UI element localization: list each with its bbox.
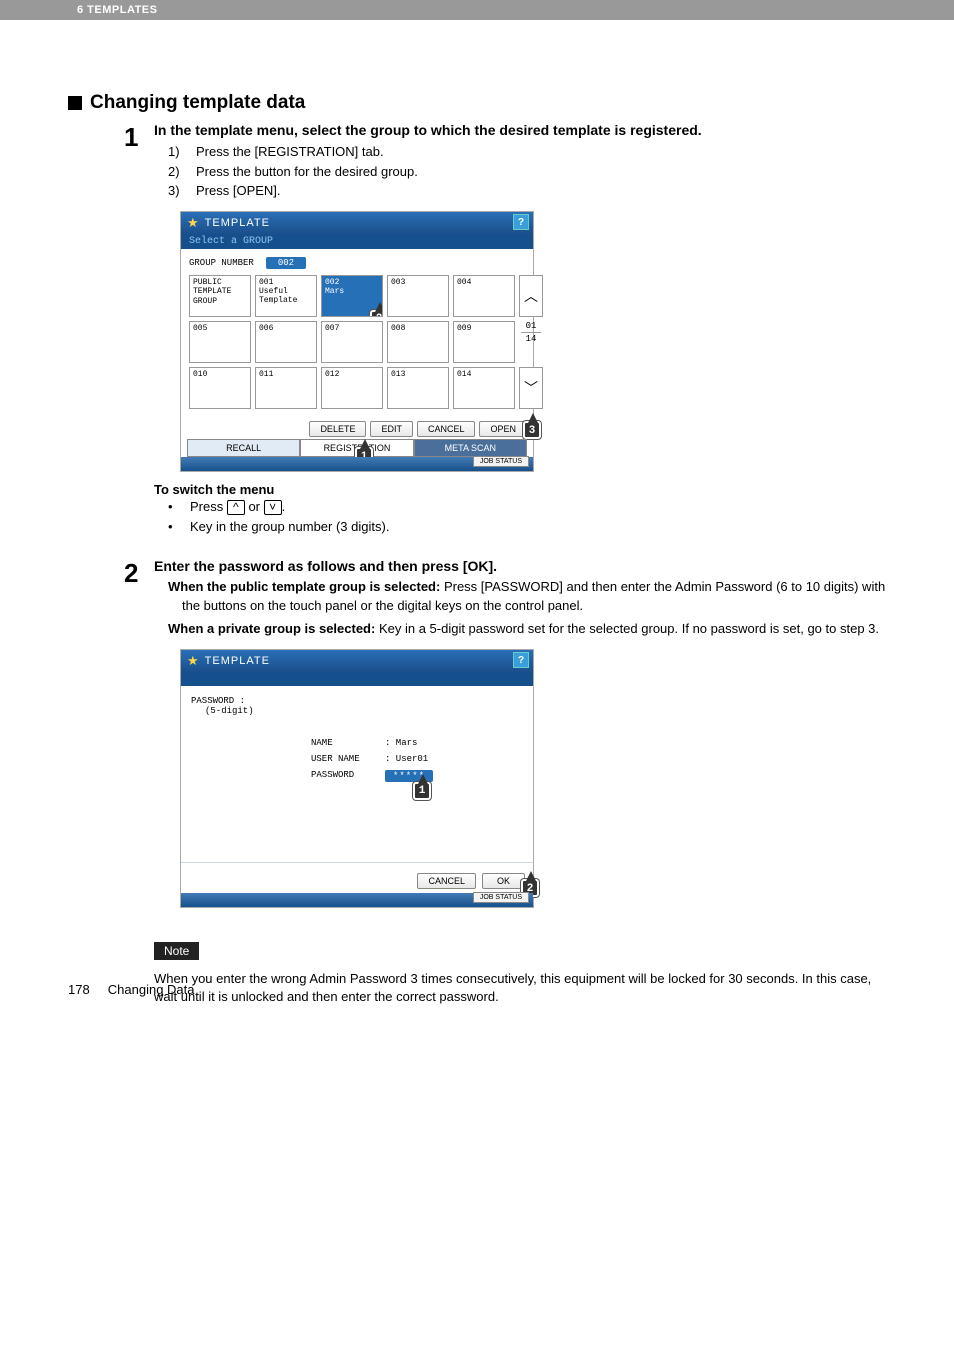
group-012-button[interactable]: 012 xyxy=(321,367,383,409)
job-status-button[interactable]: JOB STATUS xyxy=(473,456,529,467)
window-title: TEMPLATE xyxy=(205,655,270,667)
open-button[interactable]: OPEN xyxy=(479,421,527,437)
substep-num: 2) xyxy=(168,162,186,182)
group-004-button[interactable]: 004 xyxy=(453,275,515,317)
name-label: NAME xyxy=(311,738,381,748)
cell-name: Useful Template xyxy=(259,287,297,305)
step2-private-text: When a private group is selected: Key in… xyxy=(154,620,886,639)
name-value: : Mars xyxy=(385,738,417,748)
group-010-button[interactable]: 010 xyxy=(189,367,251,409)
public-template-group-button[interactable]: PUBLIC TEMPLATE GROUP xyxy=(189,275,251,317)
window-subtitle: Select a GROUP xyxy=(181,234,533,249)
group-001-button[interactable]: 001 Useful Template xyxy=(255,275,317,317)
substep-text: Press the button for the desired group. xyxy=(196,162,418,182)
step2-title: Enter the password as follows and then p… xyxy=(154,558,886,574)
note-text: When you enter the wrong Admin Password … xyxy=(154,970,886,1008)
chevron-up-icon: ︿ xyxy=(524,286,538,306)
delete-button[interactable]: DELETE xyxy=(309,421,366,437)
bullet-icon: • xyxy=(168,517,180,538)
group-005-button[interactable]: 005 xyxy=(189,321,251,363)
substep-text: Press [OPEN]. xyxy=(196,181,281,201)
square-bullet-icon xyxy=(68,96,82,110)
cancel-button[interactable]: CANCEL xyxy=(417,421,476,437)
group-013-button[interactable]: 013 xyxy=(387,367,449,409)
star-icon: ★ xyxy=(187,653,199,669)
bullet-text: Press ^ or ˅. xyxy=(190,497,285,518)
step-number-2: 2 xyxy=(124,558,154,1007)
up-keycap-icon: ^ xyxy=(227,500,245,515)
group-002-button[interactable]: 002 Mars 2 xyxy=(321,275,383,317)
cancel-button[interactable]: CANCEL xyxy=(417,873,476,889)
username-value: : User01 xyxy=(385,754,428,764)
password-screenshot: ★ TEMPLATE ? PASSWORD : (5-digit) NAME :… xyxy=(180,649,534,908)
password-label: PASSWORD : (5-digit) xyxy=(191,696,523,716)
ok-button[interactable]: OK xyxy=(482,873,525,889)
step1-title: In the template menu, select the group t… xyxy=(154,122,886,138)
chevron-down-icon: ﹀ xyxy=(524,378,538,398)
cell-num: 001 xyxy=(259,278,273,287)
scroll-up-button[interactable]: ︿ xyxy=(519,275,543,317)
page-footer: 178 Changing Data xyxy=(68,982,195,997)
substep-text: Press the [REGISTRATION] tab. xyxy=(196,142,384,162)
pager-total: 14 xyxy=(519,334,543,345)
step2-public-text: When the public template group is select… xyxy=(154,578,886,616)
group-006-button[interactable]: 006 xyxy=(255,321,317,363)
substep-num: 1) xyxy=(168,142,186,162)
callout-3: 3 xyxy=(523,421,541,439)
pager-current: 01 xyxy=(519,321,543,332)
help-icon[interactable]: ? xyxy=(513,214,529,230)
username-label: USER NAME xyxy=(311,754,381,764)
group-number-label: GROUP NUMBER xyxy=(189,258,254,268)
password-field-label: PASSWORD xyxy=(311,770,381,782)
chapter-header: 6 TEMPLATES xyxy=(0,0,954,20)
section-heading: Changing template data xyxy=(68,92,886,114)
group-008-button[interactable]: 008 xyxy=(387,321,449,363)
scroll-down-button[interactable]: ﹀ xyxy=(519,367,543,409)
down-keycap-icon: ˅ xyxy=(264,500,282,515)
group-007-button[interactable]: 007 xyxy=(321,321,383,363)
callout-1: 1 xyxy=(413,782,431,800)
group-number-field[interactable]: 002 xyxy=(266,257,306,269)
group-014-button[interactable]: 014 xyxy=(453,367,515,409)
note-label: Note xyxy=(154,942,199,960)
pager-info: 01 14 xyxy=(519,321,543,363)
job-status-button[interactable]: JOB STATUS xyxy=(473,892,529,903)
bullet-text: Key in the group number (3 digits). xyxy=(190,517,389,538)
section-title: Changing template data xyxy=(90,92,305,114)
footer-label: Changing Data xyxy=(108,982,195,997)
cell-name: Mars xyxy=(325,287,344,296)
tab-meta-scan[interactable]: META SCAN xyxy=(414,439,527,457)
star-icon: ★ xyxy=(187,215,199,231)
switch-menu-heading: To switch the menu xyxy=(154,482,886,497)
cell-num: 002 xyxy=(325,278,339,287)
step-number-1: 1 xyxy=(124,122,154,538)
group-009-button[interactable]: 009 xyxy=(453,321,515,363)
callout-2: 2 xyxy=(370,310,383,317)
bullet-icon: • xyxy=(168,497,180,518)
window-title: TEMPLATE xyxy=(205,217,270,229)
tab-recall[interactable]: RECALL xyxy=(187,439,300,457)
template-group-screenshot: ★ TEMPLATE ? Select a GROUP GROUP NUMBER… xyxy=(180,211,534,472)
page-number: 178 xyxy=(68,982,90,997)
substep-num: 3) xyxy=(168,181,186,201)
help-icon[interactable]: ? xyxy=(513,652,529,668)
edit-button[interactable]: EDIT xyxy=(370,421,413,437)
group-003-button[interactable]: 003 xyxy=(387,275,449,317)
group-011-button[interactable]: 011 xyxy=(255,367,317,409)
